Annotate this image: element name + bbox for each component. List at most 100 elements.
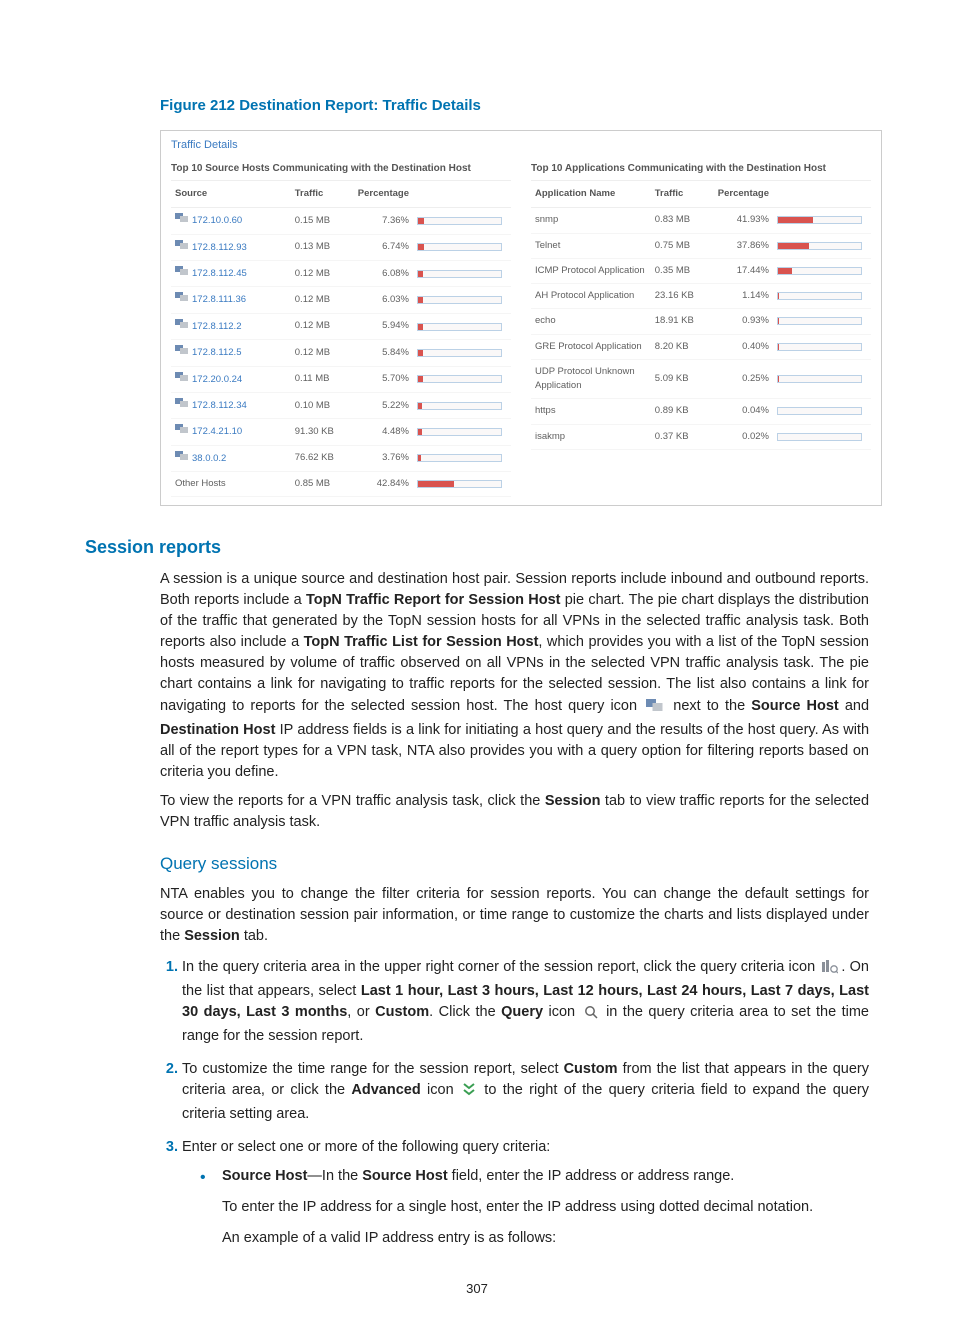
pct-cell: 6.08% — [354, 261, 413, 287]
host-icon — [175, 345, 189, 360]
app-name-cell: isakmp — [531, 424, 651, 449]
pct-bar — [773, 309, 871, 334]
applications-table: Application Name Traffic Percentage snmp… — [531, 181, 871, 450]
table-row: ICMP Protocol Application0.35 MB17.44% — [531, 258, 871, 283]
table-row: AH Protocol Application23.16 KB1.14% — [531, 284, 871, 309]
app-name-cell: GRE Protocol Application — [531, 334, 651, 359]
other-hosts-label: Other Hosts — [171, 472, 291, 497]
th-percentage: Percentage — [714, 181, 773, 208]
paragraph: A session is a unique source and destina… — [160, 569, 869, 782]
table-row: 172.8.111.36 0.12 MB6.03% — [171, 287, 511, 313]
pct-cell: 4.48% — [354, 419, 413, 445]
source-host-link[interactable]: 172.8.112.2 — [192, 321, 241, 332]
table-row: Other Hosts0.85 MB42.84% — [171, 472, 511, 497]
step-3: Enter or select one or more of the follo… — [182, 1137, 869, 1249]
pct-cell: 0.04% — [714, 399, 773, 424]
th-app-name: Application Name — [531, 181, 651, 208]
pct-bar — [413, 234, 511, 260]
pct-cell: 37.86% — [714, 233, 773, 258]
expand-icon — [463, 1083, 475, 1104]
app-name-cell: UDP Protocol Unknown Application — [531, 359, 651, 399]
pct-cell: 17.44% — [714, 258, 773, 283]
table-row: 38.0.0.276.62 KB3.76% — [171, 445, 511, 471]
th-traffic: Traffic — [291, 181, 354, 208]
right-panel-heading: Top 10 Applications Communicating with t… — [531, 155, 871, 181]
traffic-cell: 0.89 KB — [651, 399, 714, 424]
step-1: In the query criteria area in the upper … — [182, 957, 869, 1047]
table-row: https0.89 KB0.04% — [531, 399, 871, 424]
traffic-cell: 0.85 MB — [291, 472, 354, 497]
pct-cell: 5.70% — [354, 366, 413, 392]
pct-bar — [413, 472, 511, 497]
pct-bar — [773, 399, 871, 424]
search-icon — [584, 1005, 598, 1026]
pct-cell: 0.02% — [714, 424, 773, 449]
host-icon — [175, 372, 189, 387]
pct-cell: 0.40% — [714, 334, 773, 359]
table-row: 172.8.112.340.10 MB5.22% — [171, 392, 511, 418]
pct-bar — [773, 233, 871, 258]
host-icon — [175, 213, 189, 228]
source-host-link[interactable]: 172.20.0.24 — [192, 374, 242, 385]
host-icon — [175, 240, 189, 255]
traffic-cell: 0.35 MB — [651, 258, 714, 283]
traffic-cell: 0.15 MB — [291, 208, 354, 234]
table-row: 172.4.21.10 91.30 KB4.48% — [171, 419, 511, 445]
pct-bar — [413, 392, 511, 418]
traffic-cell: 0.11 MB — [291, 366, 354, 392]
table-row: 172.8.112.20.12 MB5.94% — [171, 313, 511, 339]
pct-cell: 41.93% — [714, 208, 773, 233]
app-name-cell: Telnet — [531, 233, 651, 258]
pct-bar — [413, 340, 511, 366]
pct-bar — [773, 359, 871, 399]
pct-cell: 0.93% — [714, 309, 773, 334]
th-percentage: Percentage — [354, 181, 413, 208]
source-hosts-table: Source Traffic Percentage 172.10.0.60 0.1… — [171, 181, 511, 497]
table-row: GRE Protocol Application8.20 KB0.40% — [531, 334, 871, 359]
app-name-cell: snmp — [531, 208, 651, 233]
source-host-link[interactable]: 172.8.112.34 — [192, 400, 247, 411]
table-row: 172.8.112.450.12 MB6.08% — [171, 261, 511, 287]
pct-cell: 5.94% — [354, 313, 413, 339]
pct-cell: 0.25% — [714, 359, 773, 399]
pct-bar — [773, 424, 871, 449]
traffic-cell: 0.13 MB — [291, 234, 354, 260]
right-panel: Top 10 Applications Communicating with t… — [521, 155, 881, 505]
traffic-cell: 0.12 MB — [291, 287, 354, 313]
pct-cell: 6.03% — [354, 287, 413, 313]
pct-cell: 42.84% — [354, 472, 413, 497]
source-host-link[interactable]: 38.0.0.2 — [192, 453, 226, 464]
source-host-link[interactable]: 172.8.112.45 — [192, 268, 247, 279]
source-host-link[interactable]: 172.8.112.5 — [192, 347, 241, 358]
pct-bar — [413, 313, 511, 339]
pct-cell: 6.74% — [354, 234, 413, 260]
table-row: echo18.91 KB0.93% — [531, 309, 871, 334]
traffic-cell: 0.75 MB — [651, 233, 714, 258]
pct-cell: 1.14% — [714, 284, 773, 309]
traffic-cell: 23.16 KB — [651, 284, 714, 309]
steps-list: In the query criteria area in the upper … — [160, 957, 869, 1249]
host-icon — [175, 292, 189, 307]
traffic-cell: 91.30 KB — [291, 419, 354, 445]
source-host-link[interactable]: 172.4.21.10 — [192, 427, 242, 438]
table-row: 172.8.112.93 0.13 MB6.74% — [171, 234, 511, 260]
source-host-link[interactable]: 172.8.111.36 — [192, 295, 246, 306]
pct-bar — [413, 445, 511, 471]
figure-traffic-details: Traffic Details Top 10 Source Hosts Comm… — [160, 130, 882, 507]
traffic-cell: 76.62 KB — [291, 445, 354, 471]
pct-bar — [773, 208, 871, 233]
left-panel-heading: Top 10 Source Hosts Communicating with t… — [171, 155, 511, 181]
traffic-cell: 5.09 KB — [651, 359, 714, 399]
traffic-cell: 0.83 MB — [651, 208, 714, 233]
th-source: Source — [171, 181, 291, 208]
source-host-link[interactable]: 172.8.112.93 — [192, 242, 247, 253]
pct-bar — [413, 287, 511, 313]
bullet-source-host: Source Host—In the Source Host field, en… — [200, 1166, 869, 1249]
figbox-title: Traffic Details — [161, 131, 881, 156]
pct-bar — [413, 366, 511, 392]
app-name-cell: https — [531, 399, 651, 424]
source-host-link[interactable]: 172.10.0.60 — [192, 215, 242, 226]
left-panel: Top 10 Source Hosts Communicating with t… — [161, 155, 521, 505]
pct-cell: 5.22% — [354, 392, 413, 418]
table-row: isakmp0.37 KB0.02% — [531, 424, 871, 449]
